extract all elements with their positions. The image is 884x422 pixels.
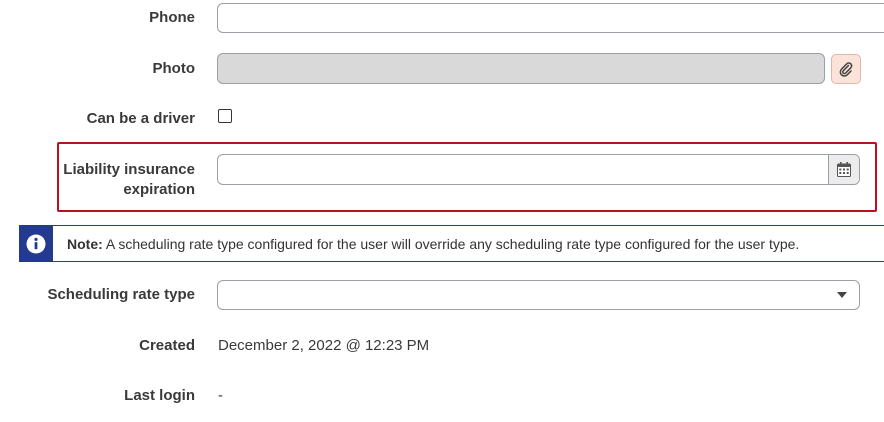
created-value: December 2, 2022 @ 12:23 PM (218, 337, 430, 354)
driver-label: Can be a driver (86, 110, 195, 127)
calendar-icon (837, 162, 851, 177)
note-banner: Note: A scheduling rate type configured … (19, 225, 884, 262)
phone-input[interactable] (217, 3, 884, 33)
created-label: Created (139, 337, 195, 354)
liability-label-line1: Liability insurance (63, 161, 195, 178)
attach-photo-button[interactable] (831, 54, 861, 84)
note-icon-box (19, 225, 53, 262)
note-body: A scheduling rate type configured for th… (102, 235, 800, 252)
photo-label: Photo (152, 60, 196, 77)
liability-label-line2: expiration (123, 181, 195, 198)
chevron-down-icon[interactable] (837, 292, 847, 298)
photo-file-field (217, 53, 825, 84)
liability-label: Liability insurance expiration (63, 160, 195, 200)
last-login-value: - (218, 387, 223, 404)
note-prefix: Note: (67, 235, 103, 252)
paperclip-icon (839, 62, 853, 77)
phone-label: Phone (149, 9, 195, 26)
rate-type-select[interactable] (217, 280, 860, 310)
driver-checkbox[interactable] (218, 109, 232, 123)
rate-type-label: Scheduling rate type (47, 286, 195, 303)
calendar-button[interactable] (828, 155, 859, 184)
liability-date-input[interactable] (217, 154, 860, 185)
note-text: Note: A scheduling rate type configured … (67, 236, 799, 252)
last-login-label: Last login (124, 387, 195, 404)
info-icon (26, 234, 46, 253)
